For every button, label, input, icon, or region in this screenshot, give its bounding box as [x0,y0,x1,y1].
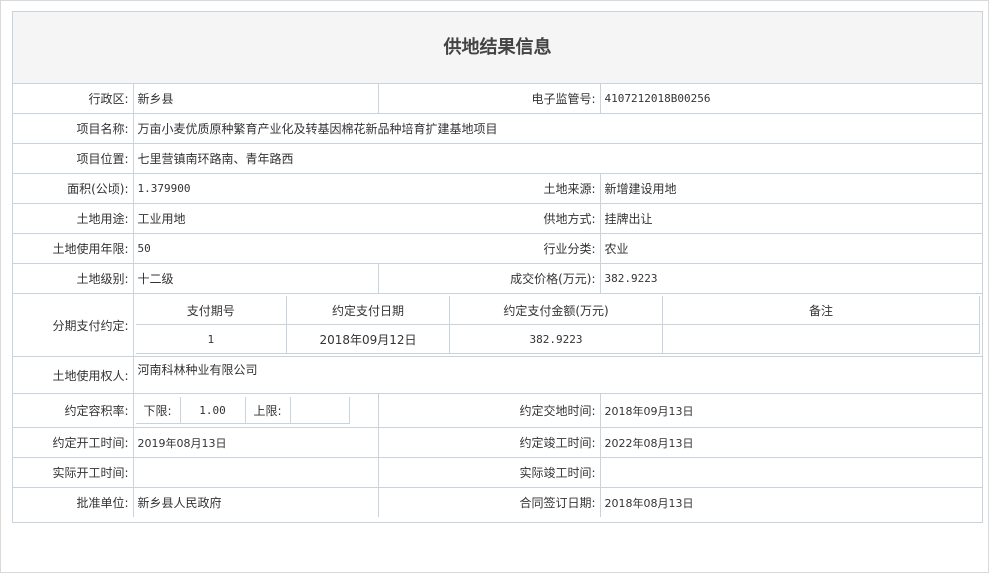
project-name-value: 万亩小麦优质原种繁育产业化及转基因棉花新品种培育扩建基地项目 [132,113,982,144]
district-label: 行政区: [13,84,134,114]
price-value: 382.9223 [599,263,982,294]
row-approval: 批准单位: 新乡县人民政府 合同签订日期: 2018年08月13日 [13,487,982,517]
row-land-use: 土地用途: 工业用地 供地方式: 挂牌出让 [13,203,982,234]
supply-method-label: 供地方式: [378,203,601,234]
payment-date: 2018年09月12日 [286,324,450,354]
land-source-value: 新增建设用地 [599,173,982,204]
land-use-value: 工业用地 [132,203,378,234]
far-lower-label: 下限: [135,397,181,424]
industry-label: 行业分类: [378,233,601,264]
completion-time-value: 2022年08月13日 [599,427,982,458]
payment-header-period: 支付期号 [135,296,287,325]
payment-period: 1 [135,324,287,354]
result-info-panel: 供地结果信息 行政区: 新乡县 电子监管号: 4107212018B00256 … [12,11,983,523]
delivery-time-value: 2018年09月13日 [599,393,982,428]
land-source-label: 土地来源: [378,173,601,204]
row-actual-time: 实际开工时间: 实际竣工时间: [13,457,982,488]
area-value: 1.379900 [132,173,378,204]
payment-header-date: 约定支付日期 [286,296,450,325]
supervision-label: 电子监管号: [377,84,601,114]
land-level-value: 十二级 [132,263,379,294]
page-title: 供地结果信息 [13,12,982,84]
price-label: 成交价格(万元): [377,263,601,294]
project-name-label: 项目名称: [13,113,134,144]
row-far: 约定容积率: 下限: 1.00 上限: 约定交地时间: 2018年09月13日 [13,393,982,428]
row-district: 行政区: 新乡县 电子监管号: 4107212018B00256 [13,84,982,114]
land-level-label: 土地级别: [13,263,134,294]
use-years-value: 50 [132,233,378,264]
district-value: 新乡县 [132,84,379,114]
info-table: 行政区: 新乡县 电子监管号: 4107212018B00256 项目名称: 万… [13,84,982,517]
payment-header-remark: 备注 [662,296,980,325]
page-frame: 供地结果信息 行政区: 新乡县 电子监管号: 4107212018B00256 … [0,0,989,573]
row-installment: 分期支付约定: 支付期号 约定支付日期 约定支付金额(万元) 备注 1 2018… [13,293,982,357]
project-location-value: 七里营镇南环路南、青年路西 [132,143,982,174]
row-area: 面积(公顷): 1.379900 土地来源: 新增建设用地 [13,173,982,204]
completion-time-label: 约定竣工时间: [377,427,601,458]
supply-method-value: 挂牌出让 [599,203,982,234]
approval-unit-label: 批准单位: [13,487,134,517]
far-table: 下限: 1.00 上限: [135,397,350,424]
row-land-level: 土地级别: 十二级 成交价格(万元): 382.9223 [13,263,982,294]
industry-value: 农业 [599,233,982,264]
far-label: 约定容积率: [13,393,134,428]
row-use-years: 土地使用年限: 50 行业分类: 农业 [13,233,982,264]
land-user-label: 土地使用权人: [13,356,134,394]
actual-start-label: 实际开工时间: [13,457,134,488]
start-time-value: 2019年08月13日 [132,427,379,458]
contract-date-label: 合同签订日期: [377,487,601,517]
payment-header-row: 支付期号 约定支付日期 约定支付金额(万元) 备注 [135,296,980,325]
supervision-value: 4107212018B00256 [599,84,982,114]
approval-unit-value: 新乡县人民政府 [132,487,379,517]
delivery-time-label: 约定交地时间: [377,393,601,428]
row-project-name: 项目名称: 万亩小麦优质原种繁育产业化及转基因棉花新品种培育扩建基地项目 [13,113,982,144]
table-row: 1 2018年09月12日 382.9223 [135,324,980,354]
use-years-label: 土地使用年限: [13,233,134,264]
row-start-time: 约定开工时间: 2019年08月13日 约定竣工时间: 2022年08月13日 [13,427,982,458]
payment-table: 支付期号 约定支付日期 约定支付金额(万元) 备注 1 2018年09月12日 … [135,296,980,354]
land-user-value: 河南科林种业有限公司 [132,356,982,394]
payment-remark [662,324,980,354]
payment-amount: 382.9223 [449,324,663,354]
actual-completion-label: 实际竣工时间: [377,457,601,488]
project-location-label: 项目位置: [13,143,134,174]
actual-start-value [132,457,379,488]
actual-completion-value [599,457,982,488]
row-project-location: 项目位置: 七里营镇南环路南、青年路西 [13,143,982,174]
area-label: 面积(公顷): [13,173,134,204]
far-upper-value [289,397,350,424]
land-use-label: 土地用途: [13,203,134,234]
far-lower-value: 1.00 [179,397,246,424]
payment-header-amount: 约定支付金额(万元) [449,296,663,325]
contract-date-value: 2018年08月13日 [599,487,982,517]
row-land-user: 土地使用权人: 河南科林种业有限公司 [13,356,982,394]
installment-label: 分期支付约定: [13,293,134,357]
far-upper-label: 上限: [244,397,291,424]
start-time-label: 约定开工时间: [13,427,134,458]
